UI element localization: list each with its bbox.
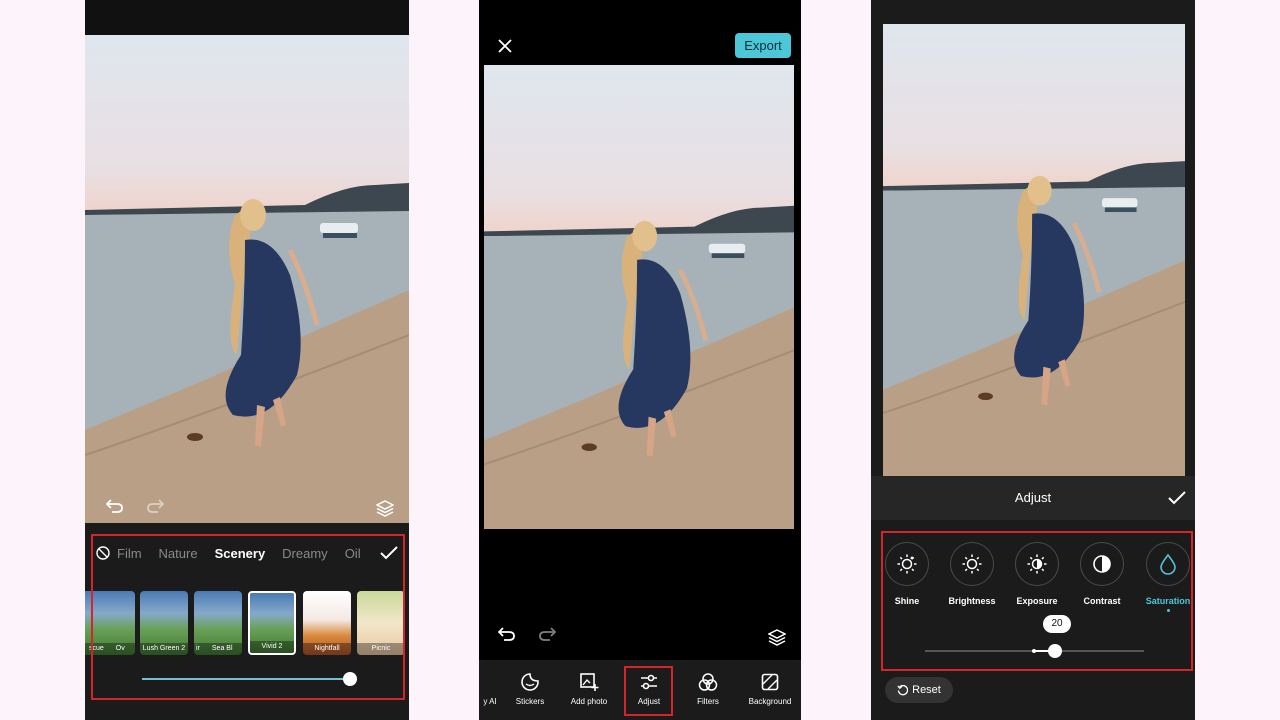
filter-thumb[interactable]: Lush Green 2 — [140, 591, 188, 655]
adjust-slider-knob[interactable] — [1048, 644, 1062, 658]
filter-label: Nightfall — [303, 643, 351, 655]
tool-stickers[interactable]: Stickers — [509, 660, 551, 716]
category-film[interactable]: Film — [117, 546, 142, 561]
photo-canvas — [484, 65, 794, 529]
page-title: Adjust — [1014, 490, 1052, 505]
filter-label: Picnic — [357, 643, 405, 655]
undo-icon[interactable] — [105, 495, 125, 515]
background-icon — [760, 672, 780, 692]
slider-center-dot — [1032, 649, 1036, 653]
adjust-header: Adjust — [871, 476, 1195, 520]
photo-canvas — [883, 24, 1185, 476]
filter-categories: Film Nature Scenery Dreamy Oil — [95, 543, 378, 563]
tool-adjust[interactable]: Adjust — [625, 660, 673, 716]
redo-icon[interactable] — [537, 623, 557, 643]
filter-intensity-track[interactable] — [142, 678, 352, 680]
check-icon[interactable] — [379, 543, 399, 563]
filter-thumb[interactable]: scue Ov — [85, 591, 135, 655]
active-indicator — [1166, 609, 1170, 612]
tool-label: Brightness — [948, 596, 996, 606]
filter-label: Ov — [115, 645, 125, 652]
reset-icon — [897, 684, 909, 696]
tool-label: y AI — [483, 697, 497, 706]
filter-thumb[interactable]: ir Sea Bl — [194, 591, 242, 655]
tool-saturation[interactable]: Saturation — [1133, 542, 1195, 612]
tool-label: Add photo — [570, 697, 608, 706]
value-badge: 20 — [1043, 615, 1071, 633]
tool-background[interactable]: Background — [745, 660, 795, 716]
bottom-toolbar: y AI Stickers Add photo Adjust Filters B… — [479, 660, 801, 720]
filters-screen: Film Nature Scenery Dreamy Oil scue Ov Lu… — [85, 0, 409, 720]
reset-label: Reset — [912, 684, 941, 696]
redo-icon[interactable] — [145, 495, 165, 515]
tool-ai[interactable]: y AI — [479, 660, 501, 716]
layers-icon[interactable] — [767, 627, 787, 647]
tool-exposure[interactable]: Exposure — [1002, 542, 1072, 606]
filter-thumb[interactable]: Picnic — [357, 591, 405, 655]
tool-label: Exposure — [1016, 596, 1058, 606]
filter-thumb-selected[interactable]: Vivid 2 — [248, 591, 296, 655]
tool-label: Saturation — [1145, 596, 1191, 606]
sticker-icon — [520, 672, 540, 692]
category-dreamy[interactable]: Dreamy — [282, 546, 328, 561]
exposure-icon — [1015, 542, 1059, 586]
tool-filters[interactable]: Filters — [685, 660, 731, 716]
adjust-screen: Adjust Shine Brightness Exposure Contras… — [871, 0, 1195, 720]
photo-canvas — [85, 35, 409, 523]
saturation-icon — [1146, 542, 1190, 586]
close-icon[interactable] — [497, 37, 513, 55]
export-button[interactable]: Export — [735, 33, 791, 58]
filter-label: Vivid 2 — [250, 641, 294, 653]
reset-button[interactable]: Reset — [885, 677, 953, 703]
adjust-icon — [639, 672, 659, 692]
filter-thumbnails: scue Ov Lush Green 2 ir Sea Bl Vivid 2 Nig… — [85, 591, 409, 655]
tool-label: Adjust — [637, 697, 661, 706]
filter-label: scue — [89, 645, 104, 652]
shine-icon — [885, 542, 929, 586]
brightness-icon — [950, 542, 994, 586]
filters-icon — [698, 672, 718, 692]
filter-intensity-knob[interactable] — [343, 672, 357, 686]
contrast-icon — [1080, 542, 1124, 586]
filter-label: ir — [196, 645, 200, 652]
tool-label: Stickers — [515, 697, 545, 706]
category-oil[interactable]: Oil — [345, 546, 361, 561]
tool-contrast[interactable]: Contrast — [1067, 542, 1137, 606]
filter-label: Lush Green 2 — [140, 643, 188, 655]
category-scenery[interactable]: Scenery — [215, 546, 266, 561]
filter-label: Sea Bl — [211, 645, 233, 652]
adjust-panel: Shine Brightness Exposure Contrast Satur… — [871, 520, 1195, 720]
tool-label: Contrast — [1083, 596, 1121, 606]
tool-shine[interactable]: Shine — [872, 542, 942, 606]
tool-add-photo[interactable]: Add photo — [565, 660, 613, 716]
no-filter-icon[interactable] — [95, 545, 111, 561]
layers-icon[interactable] — [375, 498, 395, 518]
tool-brightness[interactable]: Brightness — [937, 542, 1007, 606]
check-icon[interactable] — [1167, 489, 1187, 507]
undo-icon[interactable] — [497, 623, 517, 643]
category-nature[interactable]: Nature — [159, 546, 198, 561]
add-photo-icon — [579, 672, 599, 692]
filter-panel: Film Nature Scenery Dreamy Oil scue Ov Lu… — [85, 523, 409, 720]
editor-screen: Export y AI Stickers Add photo Adjust Fi… — [479, 0, 801, 720]
tool-label: Shine — [894, 596, 920, 606]
tool-label: Filters — [697, 697, 719, 706]
tool-label: Background — [748, 697, 792, 706]
filter-thumb[interactable]: Nightfall — [303, 591, 351, 655]
